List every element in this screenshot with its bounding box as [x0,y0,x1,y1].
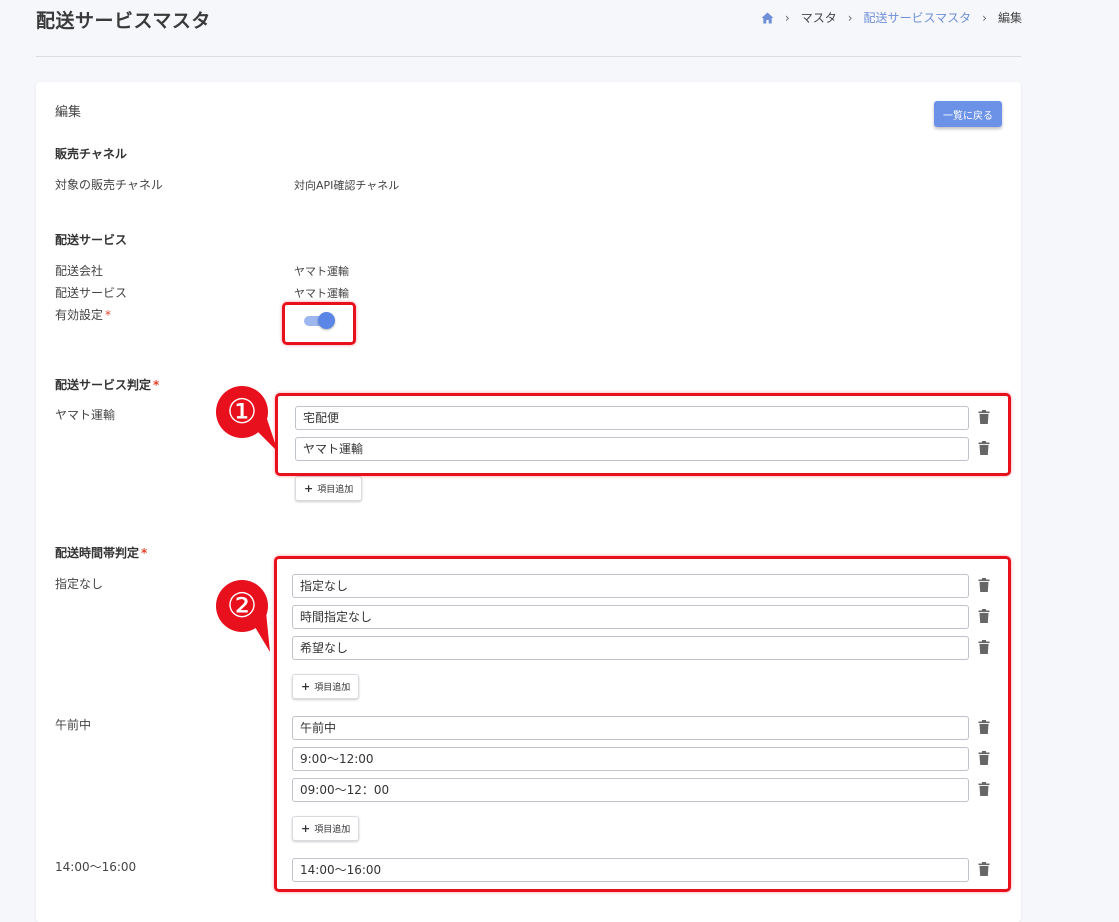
callout-2-icon: ② [216,580,270,652]
chevron-right-icon: › [982,10,987,25]
delivery-company-value: ヤマト運輸 [294,265,349,278]
highlight-box-toggle [282,302,356,345]
page-title: 配送サービスマスタ [36,10,211,32]
chevron-right-icon: › [784,10,790,25]
time-group-label-1400: 14:00～16:00 [55,860,137,874]
enabled-setting-label: 有効設定 * [55,308,112,322]
required-mark: * [153,378,160,392]
sales-channel-value: 対向API確認チャネル [294,179,400,192]
plus-icon: + [304,482,314,495]
highlight-box-1 [275,393,1011,476]
header-divider [36,56,1021,57]
callout-1-label: ① [227,392,257,432]
required-mark: * [105,308,112,322]
time-group-label-none: 指定なし [55,577,104,591]
home-icon[interactable] [761,12,774,24]
required-mark: * [141,546,148,560]
back-to-list-button[interactable]: 一覧に戻る [934,101,1002,127]
breadcrumb: › マスタ › 配送サービスマスタ › 編集 [761,9,1022,26]
callout-2-label: ② [227,586,257,626]
callout-1-icon: ① [216,386,278,452]
delivery-service-value: ヤマト運輸 [294,287,349,300]
section-title-sales-channel: 販売チャネル [55,147,127,161]
breadcrumb-item-delivery-service-master[interactable]: 配送サービスマスタ [864,9,972,26]
highlight-box-2 [274,556,1011,892]
section-title-delivery-service: 配送サービス [55,233,128,247]
time-group-label-morning: 午前中 [55,718,92,732]
delivery-service-label: 配送サービス [55,286,128,300]
service-judgement-label: ヤマト運輸 [55,408,116,422]
card-title: 編集 [55,105,82,120]
chevron-right-icon: › [847,10,853,25]
delivery-company-label: 配送会社 [55,264,104,278]
add-item-button[interactable]: + 項目追加 [295,476,363,501]
section-title-time-judgement: 配送時間帯判定 * [55,546,148,560]
section-title-service-judgement: 配送サービス判定 * [55,378,160,392]
breadcrumb-item-edit: 編集 [997,11,1022,25]
breadcrumb-item-master[interactable]: マスタ [801,9,837,26]
sales-channel-label: 対象の販売チャネル [55,178,163,192]
